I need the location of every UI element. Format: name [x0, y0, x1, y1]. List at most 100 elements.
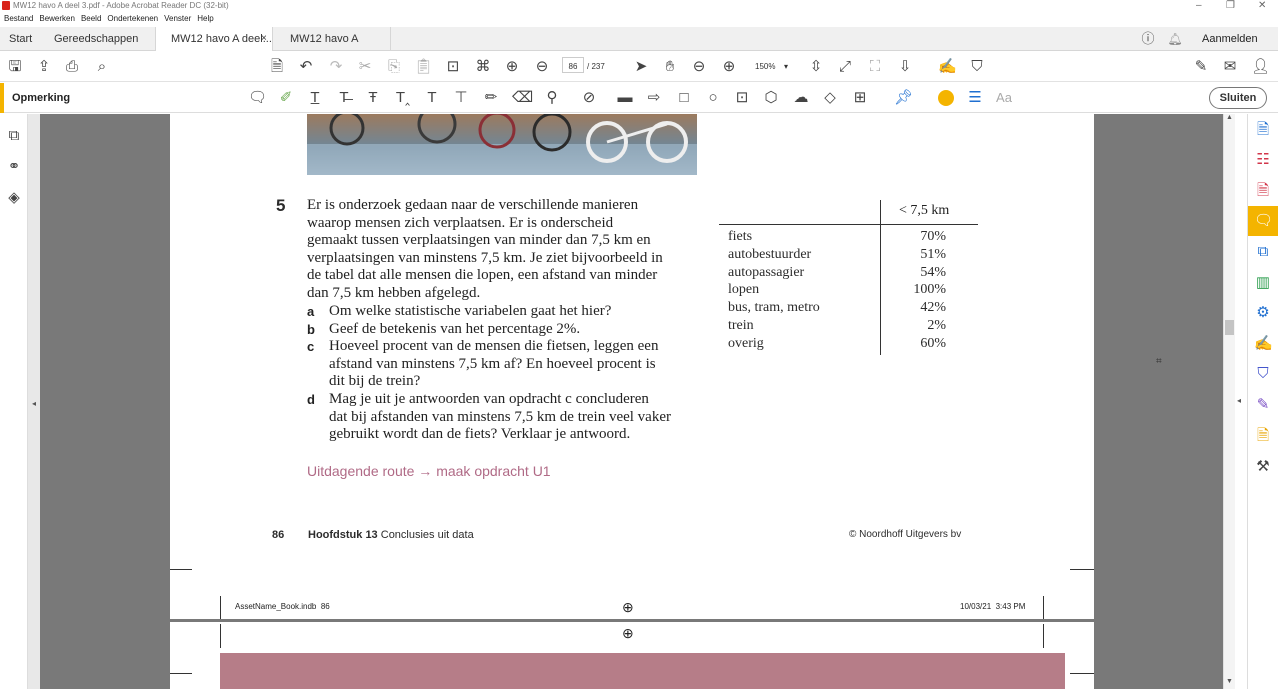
help-icon[interactable]: ⓘ: [1139, 31, 1157, 47]
subquestion-line: afstand van minstens 7,5 km af? En hoeve…: [329, 355, 656, 372]
insert-text-icon[interactable]: T‸: [394, 90, 412, 106]
rectangle-icon[interactable]: □: [675, 90, 693, 106]
zoom-in-icon[interactable]: ⊕: [720, 59, 738, 75]
next-page-icon[interactable]: ⊖: [533, 59, 551, 75]
compress-pdf-icon[interactable]: ▥: [1254, 275, 1272, 291]
read-mode-icon[interactable]: ⇩: [896, 59, 914, 75]
menu-ondertekenen[interactable]: Ondertekenen: [107, 14, 158, 23]
measure-icon[interactable]: ⊞: [851, 90, 869, 106]
copy-icon[interactable]: ⎘: [385, 59, 403, 75]
arrow-icon[interactable]: ⇨: [645, 90, 663, 106]
email-icon[interactable]: ✉: [1221, 59, 1239, 75]
scroll-mode-icon[interactable]: ⇳: [807, 59, 825, 75]
stamp-icon[interactable]: ⚲: [543, 90, 561, 106]
sticky-note-icon[interactable]: 🗨︎: [248, 90, 267, 106]
layers-icon[interactable]: ◈: [5, 190, 23, 206]
tab-document-other[interactable]: MW12 havo A deel...: [273, 27, 391, 69]
fill-sign-icon[interactable]: ✍: [938, 59, 957, 75]
close-comment-button[interactable]: Sluiten: [1209, 87, 1267, 109]
create-pdf-icon[interactable]: 🗎: [1254, 122, 1272, 138]
save-icon[interactable]: 🖫: [6, 59, 24, 75]
fill-and-sign-icon[interactable]: ✍: [1254, 336, 1273, 352]
add-text-icon[interactable]: T: [423, 90, 441, 106]
challenge-route-link[interactable]: Uitdagende route → maak opdracht U1: [307, 463, 551, 479]
select-cursor-icon[interactable]: ➤: [632, 59, 650, 75]
hand-tool-icon[interactable]: ✋︎: [661, 59, 679, 75]
line-icon[interactable]: ▬: [616, 90, 634, 106]
upload-icon[interactable]: ⇪: [35, 59, 53, 75]
attach-file-icon[interactable]: ⊘: [580, 90, 598, 106]
sign-icon[interactable]: ✎: [1192, 59, 1210, 75]
underline-text-icon[interactable]: T̲: [306, 90, 324, 106]
collapse-right-panel-icon[interactable]: ◂: [1237, 396, 1241, 405]
binoculars-icon[interactable]: ⌘: [474, 59, 492, 75]
tab-tools[interactable]: Gereedschappen: [54, 27, 138, 51]
callout-icon[interactable]: ⊡: [733, 90, 751, 106]
eraser-icon[interactable]: ⌫: [512, 90, 533, 106]
document-viewport[interactable]: ◂ 5 Er is onderzoek gedaan naar de versc…: [28, 114, 1223, 689]
zoom-out-icon[interactable]: ⊖: [690, 59, 708, 75]
vertical-scrollbar[interactable]: ▲ ▼: [1223, 114, 1235, 689]
protect-icon[interactable]: ⛉: [1254, 366, 1272, 382]
attachments-icon[interactable]: ⚭: [5, 159, 23, 175]
pin-icon[interactable]: 📌︎: [894, 90, 913, 106]
zoom-select[interactable]: 150% ▾: [748, 60, 796, 74]
font-size-icon[interactable]: Aa: [995, 90, 1013, 106]
pencil-icon[interactable]: ✏: [482, 90, 500, 106]
tab-start[interactable]: Start: [9, 27, 32, 51]
tab-close-icon[interactable]: ×: [261, 27, 267, 51]
print-icon[interactable]: ⎙: [63, 59, 81, 75]
comment-tool-active[interactable]: 🗨︎: [1248, 206, 1278, 236]
fullscreen-icon[interactable]: ⛶: [866, 59, 884, 75]
close-window-icon[interactable]: ✕: [1258, 0, 1266, 11]
cut-icon[interactable]: ✂: [356, 59, 374, 75]
table-row-label: overig: [728, 335, 764, 351]
organize-pages-icon[interactable]: ☷: [1254, 152, 1272, 168]
search-icon[interactable]: ⌕: [93, 59, 111, 75]
polygon-icon[interactable]: ⬡: [762, 90, 780, 106]
undo-icon[interactable]: ↶: [297, 59, 315, 75]
stamp-tool-icon[interactable]: ⛉: [968, 59, 986, 75]
tab-document-active[interactable]: MW12 havo A deel... ×: [155, 27, 273, 51]
scan-ocr-icon[interactable]: ⚙: [1254, 305, 1272, 321]
menu-venster[interactable]: Venster: [164, 14, 191, 23]
highlight-icon[interactable]: ✐: [277, 90, 295, 106]
request-signature-icon[interactable]: ✎: [1254, 397, 1272, 413]
paste-icon[interactable]: 📋︎: [414, 59, 433, 75]
registration-mark-icon: ⊕: [622, 625, 634, 641]
snapshot-icon[interactable]: ⊡: [444, 59, 462, 75]
line-weight-icon[interactable]: ☰: [966, 90, 984, 106]
color-picker-icon[interactable]: [938, 90, 954, 106]
minimize-icon[interactable]: –: [1196, 0, 1202, 11]
menu-help[interactable]: Help: [197, 14, 213, 23]
menu-beeld[interactable]: Beeld: [81, 14, 101, 23]
send-for-review-icon[interactable]: 🗎: [1254, 428, 1272, 444]
scroll-up-icon[interactable]: ▲: [1226, 114, 1233, 121]
menu-bestand[interactable]: Bestand: [4, 14, 33, 23]
signin-button[interactable]: Aanmelden: [1202, 27, 1258, 51]
text-box-icon[interactable]: ⊤: [452, 90, 470, 106]
more-tools-icon[interactable]: ⚒: [1254, 459, 1272, 475]
export-pdf-icon[interactable]: 🗎: [1254, 183, 1272, 199]
previous-page-icon[interactable]: ⊕: [503, 59, 521, 75]
notification-bell-icon[interactable]: 🔔︎: [1166, 31, 1184, 47]
collapse-left-panel-icon[interactable]: ◂: [28, 396, 40, 412]
oval-icon[interactable]: ○: [704, 90, 722, 106]
redo-icon[interactable]: ↷: [327, 59, 345, 75]
fit-page-icon[interactable]: ⤢: [836, 59, 854, 75]
replace-text-icon[interactable]: Ŧ: [364, 90, 382, 106]
edit-pdf-icon[interactable]: 🗎: [268, 59, 286, 75]
crop-mark: [220, 624, 221, 648]
share-user-icon[interactable]: 👤︎: [1251, 59, 1270, 75]
restore-icon[interactable]: ❐: [1226, 0, 1235, 11]
page-thumbnails-icon[interactable]: ⧉: [5, 128, 23, 144]
scroll-down-icon[interactable]: ▼: [1226, 678, 1233, 685]
cloud-icon[interactable]: ☁︎: [792, 90, 810, 106]
footer-chapter-bold: Hoofdstuk 13: [308, 529, 378, 541]
combine-files-icon[interactable]: ⧉: [1254, 244, 1272, 260]
scroll-thumb[interactable]: [1225, 320, 1234, 335]
page-number-input[interactable]: 86: [562, 57, 584, 73]
strikethrough-icon[interactable]: T̶: [335, 90, 353, 106]
polyline-icon[interactable]: ◇: [821, 90, 839, 106]
menu-bewerken[interactable]: Bewerken: [39, 14, 75, 23]
